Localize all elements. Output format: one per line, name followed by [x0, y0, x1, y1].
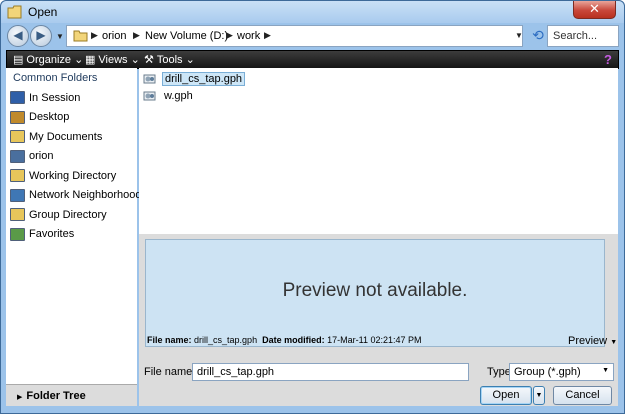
chevron-down-icon: ▼	[610, 339, 618, 346]
breadcrumb-separator-icon[interactable]: ▶	[264, 30, 271, 41]
sidebar-item-label: Desktop	[29, 111, 70, 124]
file-name-label: File name:	[144, 366, 196, 378]
toolbar: ▤ Organize ⌄ ▦ Views ⌄ ⚒ Tools ⌄ ?	[6, 50, 619, 69]
network-icon	[10, 188, 25, 202]
file-type-select[interactable]: Group (*.gph) ▼	[509, 363, 614, 381]
organize-icon: ▤	[13, 54, 24, 66]
tools-icon: ⚒	[144, 54, 154, 66]
refresh-button[interactable]: ⟲	[527, 25, 549, 47]
preview-file-name-value: drill_cs_tap.gph	[194, 335, 258, 345]
group-file-icon	[143, 91, 156, 100]
folder-icon	[10, 169, 25, 183]
chevron-down-icon: ▼	[602, 367, 609, 374]
chevron-down-icon: ▼	[535, 392, 543, 399]
folder-icon	[73, 30, 88, 42]
sidebar-header: Common Folders	[13, 72, 98, 84]
title-bar: Open ✕	[1, 1, 624, 23]
breadcrumb-volume[interactable]: New Volume (D:)	[145, 30, 228, 42]
folder-tree-toggle[interactable]: ▶ Folder Tree	[6, 384, 137, 406]
sidebar-item-desktop[interactable]: Desktop	[10, 108, 138, 128]
views-icon: ▦	[85, 54, 96, 66]
favorites-icon	[10, 227, 25, 241]
sidebar-item-orion[interactable]: orion	[10, 147, 138, 167]
sidebar-item-label: Group Directory	[29, 208, 107, 221]
preview-toggle-label: Preview	[568, 335, 608, 347]
window-title: Open	[28, 5, 58, 19]
preview-message: Preview not available.	[282, 280, 468, 301]
sidebar-item-in-session[interactable]: In Session	[10, 88, 138, 108]
folder-app-icon	[7, 5, 22, 19]
forward-arrow-icon: ▶	[36, 28, 46, 42]
file-list-item[interactable]: w.gph	[143, 88, 195, 103]
type-label: Type	[487, 366, 511, 378]
file-name: w.gph	[164, 89, 193, 102]
open-options-dropdown[interactable]: ▼	[533, 386, 545, 405]
breadcrumb-work[interactable]: work	[237, 30, 260, 42]
breadcrumb-separator-icon[interactable]: ▶	[133, 30, 140, 41]
search-input[interactable]: Search...	[547, 25, 619, 47]
organize-menu[interactable]: ▤ Organize ⌄	[13, 53, 83, 66]
sidebar-item-my-documents[interactable]: My Documents	[10, 127, 138, 147]
file-list-item[interactable]: drill_cs_tap.gph	[143, 71, 246, 86]
preview-toggle[interactable]: Preview ▼	[568, 335, 617, 347]
preview-file-info: File name: drill_cs_tap.gph Date modifie…	[147, 335, 422, 345]
group-folder-icon	[10, 208, 25, 222]
folder-tree-label: Folder Tree	[26, 390, 86, 402]
forward-button[interactable]: ▶	[30, 25, 52, 47]
preview-date-value: 17-Mar-11 02:21:47 PM	[327, 335, 422, 345]
sidebar-item-favorites[interactable]: Favorites	[10, 225, 138, 245]
close-button[interactable]: ✕	[573, 1, 616, 19]
address-row: ◀ ▶ ▼ ▶ orion ▶ New Volume (D:) ▶ work ▶…	[6, 24, 619, 50]
desktop-icon	[10, 110, 25, 124]
preview-file-name-label: File name:	[147, 335, 192, 345]
chevron-down-icon: ⌄	[74, 54, 84, 66]
sidebar-item-group-directory[interactable]: Group Directory	[10, 205, 138, 225]
views-menu[interactable]: ▦ Views ⌄	[85, 53, 140, 66]
preview-date-label: Date modified:	[262, 335, 325, 345]
views-label: Views	[98, 54, 128, 66]
monitor-icon	[10, 91, 25, 105]
refresh-icon: ⟲	[532, 27, 544, 43]
back-button[interactable]: ◀	[7, 25, 29, 47]
sidebar-item-network-neighborhood[interactable]: Network Neighborhood	[10, 186, 142, 206]
organize-label: Organize	[26, 54, 72, 66]
breadcrumb-orion[interactable]: orion	[102, 30, 126, 42]
sidebar-item-label: orion	[29, 150, 54, 163]
breadcrumb-separator-icon[interactable]: ▶	[226, 30, 233, 41]
history-dropdown-icon[interactable]: ▼	[56, 32, 64, 41]
tools-menu[interactable]: ⚒ Tools ⌄	[144, 53, 195, 66]
back-arrow-icon: ◀	[13, 28, 23, 42]
group-file-icon	[143, 74, 156, 83]
file-name: drill_cs_tap.gph	[162, 71, 246, 86]
expand-triangle-icon: ▶	[17, 394, 23, 401]
breadcrumb-separator-icon[interactable]: ▶	[91, 30, 98, 41]
sidebar-item-label: In Session	[29, 91, 81, 104]
sidebar-item-label: Working Directory	[29, 169, 117, 182]
chevron-down-icon: ⌄	[130, 54, 140, 66]
documents-folder-icon	[10, 130, 25, 144]
computer-icon	[10, 149, 25, 163]
file-list: drill_cs_tap.gph w.gph	[139, 68, 618, 234]
cancel-button[interactable]: Cancel	[553, 386, 612, 405]
sidebar-item-working-directory[interactable]: Working Directory	[10, 166, 138, 186]
file-type-value: Group (*.gph)	[514, 366, 581, 378]
sidebar-item-label: Network Neighborhood	[29, 189, 142, 202]
help-icon[interactable]: ?	[604, 52, 612, 67]
address-dropdown-icon[interactable]: ▼	[515, 25, 525, 47]
preview-box: Preview not available.	[145, 239, 605, 347]
chevron-down-icon: ⌄	[185, 54, 195, 66]
sidebar: Common Folders In Session Desktop My Docum…	[6, 68, 142, 384]
file-name-field[interactable]: drill_cs_tap.gph	[192, 363, 469, 381]
sidebar-item-label: My Documents	[29, 130, 103, 143]
tools-label: Tools	[156, 54, 183, 66]
address-bar[interactable]: ▶ orion ▶ New Volume (D:) ▶ work ▶	[66, 25, 523, 47]
sidebar-list: In Session Desktop My Documents orion Workin…	[10, 88, 142, 245]
sidebar-item-label: Favorites	[29, 228, 75, 241]
open-button[interactable]: Open	[480, 386, 532, 405]
